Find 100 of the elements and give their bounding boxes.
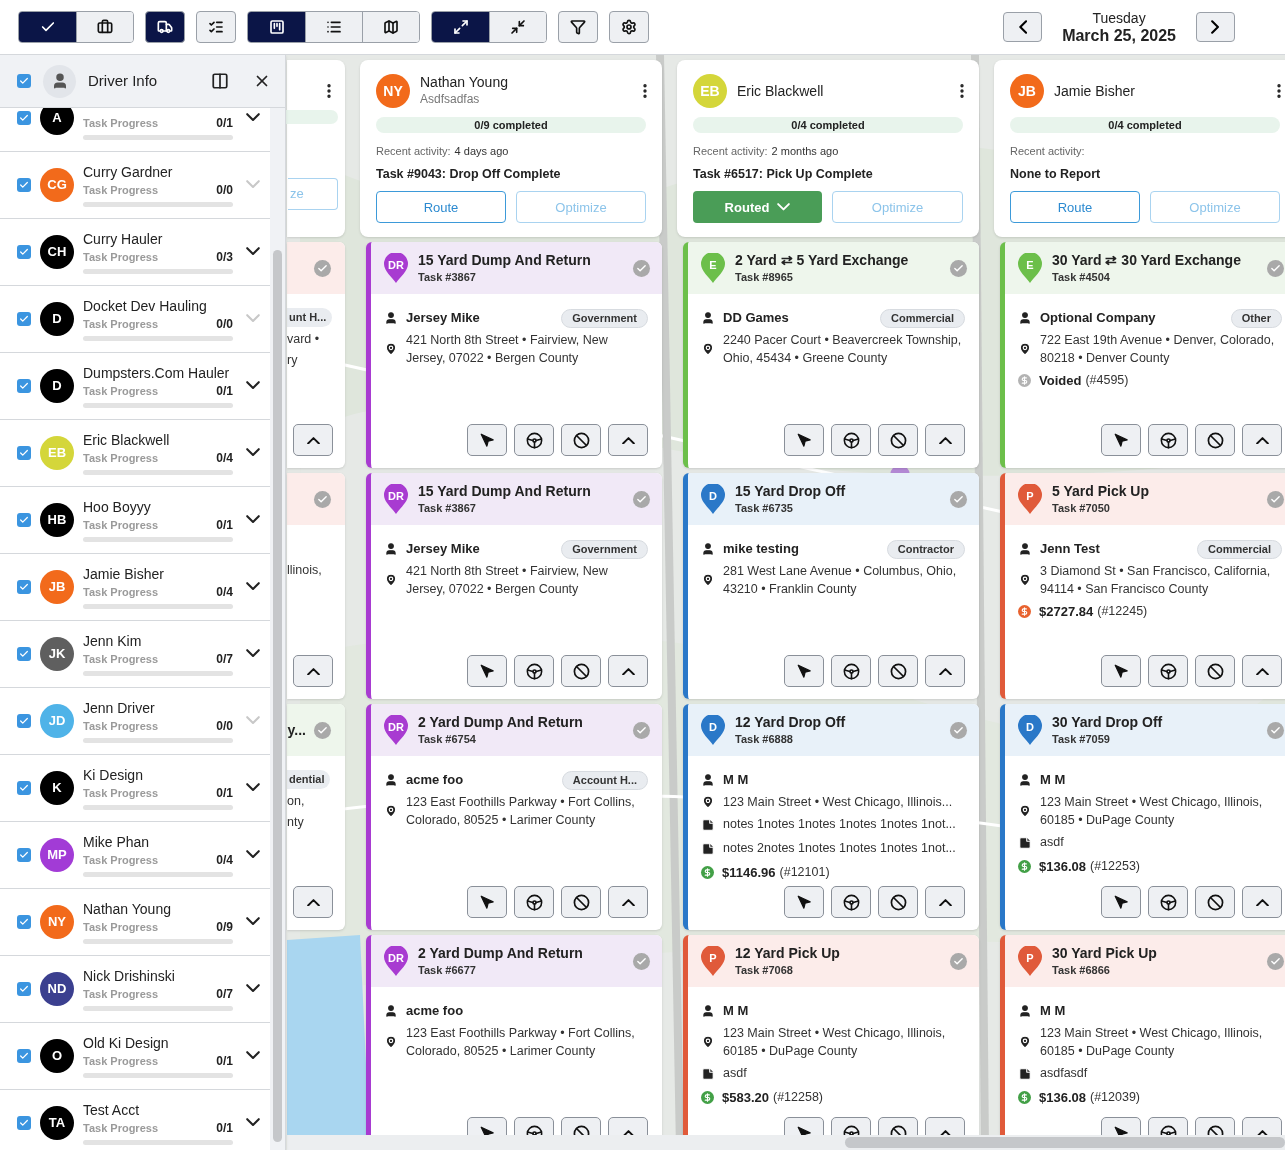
driver-row[interactable]: D Dumpsters.Com Hauler Task Progress 0/1	[0, 353, 271, 420]
avatar: A	[40, 108, 74, 135]
task-number: Task #7068	[735, 962, 794, 978]
task-card[interactable]: DR 15 Yard Dump And Return Task #3867 Jersey Mike Government 421 North 8th Street • Fairview, New Jersey, 07022 • Bergen County	[366, 473, 662, 699]
avatar: JK	[40, 637, 74, 671]
progress-count: 0/0	[216, 182, 233, 199]
customer-name: M M	[1040, 1002, 1066, 1021]
task-card[interactable]: llinois,	[287, 473, 345, 699]
avatar: K	[40, 771, 74, 805]
progress-label: Task Progress	[83, 651, 158, 667]
progress-count: 0/1	[216, 785, 233, 802]
customer-type-tag: Commercial	[880, 308, 965, 328]
task-card[interactable]: E 30 Yard ⇄ 30 Yard Exchange Task #4504 Optional Company Other 722 East 19th Avenue • Denver, Colorado, 80218 • Denver County Voided (#4595)	[1000, 242, 1285, 468]
driver-name: Eric Blackwell	[737, 82, 825, 100]
task-number: Task #7059	[1052, 731, 1111, 747]
payment-reference: (#12253)	[1090, 858, 1141, 876]
route-button[interactable]: Route	[376, 191, 506, 224]
driver-row[interactable]: JK Jenn Kim Task Progress 0/7	[0, 621, 271, 688]
task-card[interactable]: D 30 Yard Drop Off Task #7059 M M 123 Main Street • West Chicago, Illinois, 60185 • DuPage County asdf $136.08 (#12253)	[1000, 704, 1285, 930]
task-address: 2240 Pacer Court • Beavercreek Township, Ohio, 45434 • Greene County	[723, 332, 963, 367]
task-title: 12 Yard Drop Off	[735, 712, 847, 731]
task-address: 123 East Foothills Parkway • Fort Collins, Colorado, 80525 • Larimer County	[406, 794, 636, 829]
avatar: D	[40, 302, 74, 336]
task-address: ry	[287, 352, 298, 369]
driver-name: Curry Hauler	[83, 230, 164, 248]
task-address: 3 Diamond St • San Francisco, California, 94114 • San Francisco County	[1040, 563, 1272, 598]
driver-name: Jamie Bisher	[83, 565, 165, 583]
task-card[interactable]: y... dential on, nty	[287, 704, 345, 930]
customer-name: Jersey Mike	[406, 540, 480, 559]
progress-label: Task Progress	[83, 852, 158, 868]
task-note: asdfasdf	[1040, 1065, 1088, 1083]
progress-count: 0/4	[216, 450, 233, 467]
task-number: Task #3867	[418, 500, 477, 516]
payment-amount: $1146.96	[722, 863, 776, 882]
last-task: None to Report	[1010, 165, 1102, 183]
progress-label: Task Progress	[83, 1120, 158, 1136]
task-title: y...	[287, 720, 306, 740]
customer-name: Jenn Test	[1040, 540, 1100, 559]
task-card[interactable]: unt H... vard • ry	[287, 242, 345, 468]
task-marker: E	[1018, 253, 1042, 283]
progress-label: Task Progress	[83, 450, 158, 466]
task-address: 123 Main Street • West Chicago, Illinois...	[723, 794, 953, 811]
task-card[interactable]: E 2 Yard ⇄ 5 Yard Exchange Task #8965 DD Games Commercial 2240 Pacer Court • Beavercreek Township, Ohio, 45434 • Greene County	[683, 242, 979, 468]
driver-row[interactable]: MP Mike Phan Task Progress 0/4	[0, 822, 271, 889]
task-note: notes 2notes 1notes 1notes 1notes 1not...	[723, 840, 956, 858]
activity-label: Recent activity:	[693, 144, 768, 159]
driver-row[interactable]: TA Test Acct Task Progress 0/1	[0, 1090, 271, 1150]
progress-label: Task Progress	[83, 383, 158, 399]
customer-type-tag: dential	[287, 770, 331, 789]
task-card[interactable]: DR 2 Yard Dump And Return Task #6754 acme foo Account H... 123 East Foothills Parkway • Fort Collins, Colorado, 80525 • Larimer County	[366, 704, 662, 930]
customer-name: Optional Company	[1040, 309, 1156, 328]
payment-amount: $583.20	[722, 1088, 769, 1107]
progress-count: 0/7	[216, 986, 233, 1003]
task-note: notes 1notes 1notes 1notes 1notes 1not...	[723, 816, 956, 834]
completion-label: 0/9 completed	[474, 117, 548, 133]
activity-time: 2 months ago	[771, 144, 839, 159]
task-card[interactable]: DR 2 Yard Dump And Return Task #6677 acme foo 123 East Foothills Parkway • Fort Collins, Colorado, 80525 • Larimer County	[366, 935, 662, 1135]
avatar: ND	[40, 972, 74, 1006]
task-card[interactable]: DR 15 Yard Dump And Return Task #3867 Jersey Mike Government 421 North 8th Street • Fairview, New Jersey, 07022 • Bergen County	[366, 242, 662, 468]
driver-row[interactable]: NY Nathan Young Task Progress 0/9	[0, 889, 271, 956]
customer-name: DD Games	[723, 309, 789, 328]
completion-label: 0/4 completed	[1108, 117, 1182, 133]
route-button[interactable]: Route	[1010, 191, 1140, 224]
progress-count: 0/7	[216, 651, 233, 668]
payment-reference: (#12245)	[1097, 603, 1148, 621]
driver-name: Jenn Kim	[83, 632, 143, 650]
task-card[interactable]: P 5 Yard Pick Up Task #7050 Jenn Test Commercial 3 Diamond St • San Francisco, California, 94114 • San Francisco County $2727.84 (#12245)	[1000, 473, 1285, 699]
driver-name: Hoo Boyyy	[83, 498, 152, 516]
task-card[interactable]: P 12 Yard Pick Up Task #7068 M M 123 Main Street • West Chicago, Illinois, 60185 • DuPage County asdf $583.20 (#12258)	[683, 935, 979, 1135]
progress-label: Task Progress	[83, 249, 158, 265]
avatar: CH	[40, 235, 74, 269]
progress-label: Task Progress	[83, 517, 158, 533]
driver-row[interactable]: EB Eric Blackwell Task Progress 0/4	[0, 420, 271, 487]
task-card[interactable]: P 30 Yard Pick Up Task #6866 M M 123 Main Street • West Chicago, Illinois, 60185 • DuPage County asdfasdf $136.08 (#12039)	[1000, 935, 1285, 1135]
customer-type-tag: Commercial	[1197, 539, 1282, 559]
task-number: Task #6677	[418, 962, 477, 978]
driver-row[interactable]: O Old Ki Design Task Progress 0/1	[0, 1023, 271, 1090]
driver-row[interactable]: CH Curry Hauler Task Progress 0/3	[0, 219, 271, 286]
task-number: Task #4504	[1052, 269, 1111, 285]
activity-label: Recent activity:	[1010, 144, 1085, 159]
task-address: llinois,	[287, 562, 322, 579]
payment-reference: (#4595)	[1085, 372, 1129, 390]
task-address: on,	[287, 793, 305, 810]
progress-count: 0/0	[216, 316, 233, 333]
task-card[interactable]: D 15 Yard Drop Off Task #6735 mike testing Contractor 281 West Lane Avenue • Columbus, Ohio, 43210 • Franklin County	[683, 473, 979, 699]
customer-name: acme foo	[406, 771, 464, 790]
driver-row[interactable]: HB Hoo Boyyy Task Progress 0/1	[0, 487, 271, 554]
driver-row[interactable]: ND Nick Drishinski Task Progress 0/7	[0, 956, 271, 1023]
driver-row[interactable]: A Task Progress 0/1	[0, 108, 271, 152]
task-card[interactable]: D 12 Yard Drop Off Task #6888 M M 123 Main Street • West Chicago, Illinois... notes 1notes 1notes 1notes 1notes 1not... notes 2notes 1notes 1notes 1notes 1not... $1146.96 (#12101)	[683, 704, 979, 930]
customer-name: M M	[723, 771, 749, 790]
payment-reference: (#12258)	[773, 1089, 824, 1107]
driver-name: Docket Dev Hauling	[83, 297, 208, 315]
task-marker: DR	[384, 253, 408, 283]
task-number: Task #6866	[1052, 962, 1111, 978]
driver-row[interactable]: K Ki Design Task Progress 0/1	[0, 755, 271, 822]
progress-count: 0/1	[216, 383, 233, 400]
driver-row[interactable]: JB Jamie Bisher Task Progress 0/4	[0, 554, 271, 621]
task-note: asdf	[1040, 834, 1064, 852]
payment-reference: (#12101)	[779, 864, 830, 882]
